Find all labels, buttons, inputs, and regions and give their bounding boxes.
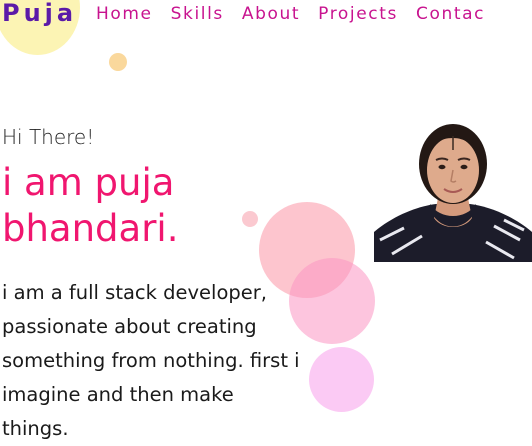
nav-link-about[interactable]: About	[242, 4, 300, 24]
nav-link-projects[interactable]: Projects	[318, 4, 398, 24]
nav-link-home[interactable]: Home	[96, 4, 153, 24]
hero-greeting: Hi There!	[2, 125, 95, 149]
hero-bio: i am a full stack developer, passionate …	[2, 281, 300, 440]
hero-name-heading: i am puja bhandari.	[2, 161, 179, 250]
main-nav: Home Skills About Projects Contac	[96, 4, 485, 24]
yellow-dot-decoration	[109, 53, 127, 71]
site-logo[interactable]: Puja	[2, 0, 77, 27]
nav-link-skills[interactable]: Skills	[171, 4, 224, 24]
lilac-bubble-decoration	[309, 347, 374, 412]
portfolio-page: Puja Home Skills About Projects Contac H…	[0, 0, 532, 446]
profile-photo	[374, 120, 532, 262]
nav-link-contact[interactable]: Contac	[416, 4, 485, 24]
